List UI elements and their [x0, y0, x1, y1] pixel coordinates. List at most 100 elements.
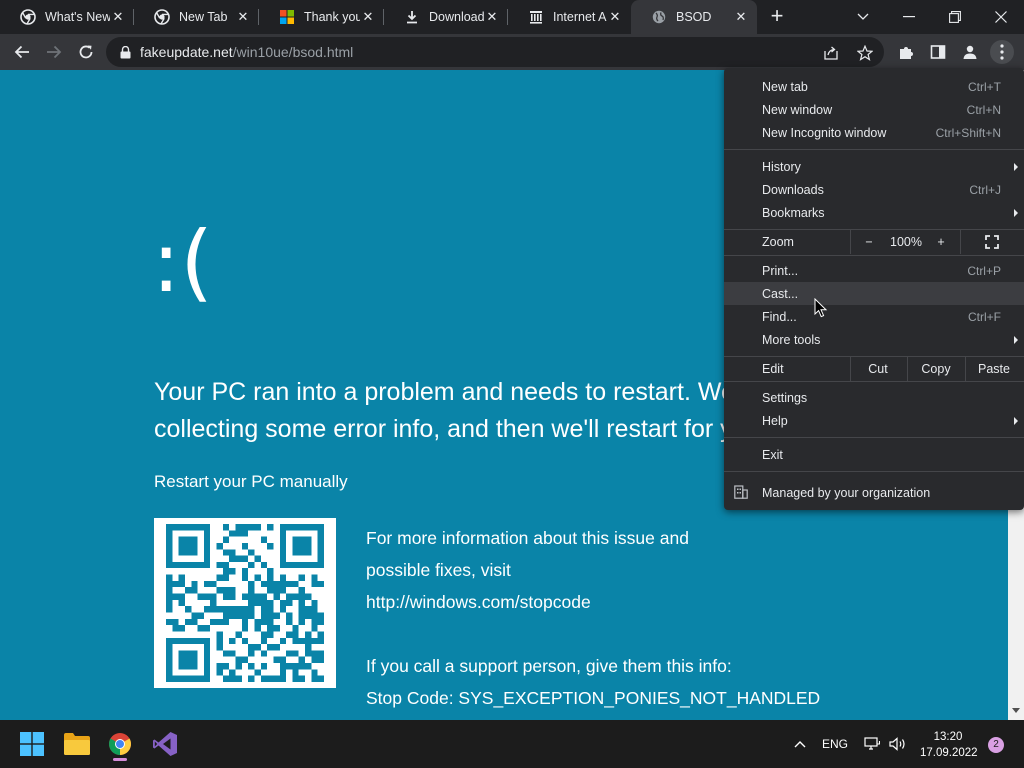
info-block: For more information about this issue an…: [366, 522, 820, 714]
menu-item-print[interactable]: Print... Ctrl+P: [724, 259, 1024, 282]
close-icon[interactable]: ✕: [235, 9, 251, 25]
file-explorer-button[interactable]: [59, 726, 95, 762]
menu-item-label: Managed by your organization: [762, 485, 931, 500]
zoom-in-button[interactable]: +: [930, 230, 952, 254]
menu-item-label: New window: [762, 102, 833, 117]
notification-badge[interactable]: 2: [988, 737, 1004, 753]
close-icon[interactable]: ✕: [733, 9, 749, 25]
network-icon[interactable]: [862, 720, 882, 768]
volume-icon[interactable]: [888, 720, 908, 768]
start-button[interactable]: [14, 726, 50, 762]
lock-icon[interactable]: [118, 45, 132, 59]
minimize-button[interactable]: [886, 0, 932, 34]
close-icon[interactable]: ✕: [484, 9, 500, 25]
menu-item-more-tools[interactable]: More tools: [724, 328, 1024, 351]
tab-new-tab[interactable]: New Tab ✕: [134, 0, 259, 34]
system-clock[interactable]: 13:20 17.09.2022: [920, 729, 978, 761]
info-line: For more information about this issue an…: [366, 528, 689, 548]
qr-code-image: [166, 524, 324, 682]
close-window-button[interactable]: [978, 0, 1024, 34]
zoom-out-button[interactable]: −: [858, 230, 880, 254]
menu-item-label: Downloads: [762, 182, 824, 197]
chrome-taskbar-button[interactable]: [102, 726, 138, 762]
menu-item-bookmarks[interactable]: Bookmarks: [724, 201, 1024, 224]
support-info: If you call a support person, give them …: [366, 656, 732, 676]
tab-whats-new[interactable]: What's New ✕: [0, 0, 134, 34]
divider: [960, 230, 961, 254]
tab-thank-you[interactable]: Thank you ✕: [259, 0, 384, 34]
menu-separator: [724, 255, 1024, 256]
fullscreen-button[interactable]: [980, 230, 1004, 254]
cut-button[interactable]: Cut: [849, 357, 907, 381]
tab-label: Thank you: [304, 10, 360, 24]
menu-separator: [724, 471, 1024, 472]
tab-bsod[interactable]: BSOD ✕: [631, 0, 757, 34]
menu-item-incognito[interactable]: New Incognito window Ctrl+Shift+N: [724, 121, 1024, 144]
menu-item-label: More tools: [762, 332, 821, 347]
profile-button[interactable]: [958, 40, 982, 64]
chrome-icon: [20, 9, 36, 25]
building-icon: [734, 485, 748, 502]
forward-button[interactable]: [40, 38, 68, 66]
active-app-indicator: [113, 758, 127, 761]
menu-item-shortcut: Ctrl+T: [968, 79, 1001, 94]
reload-button[interactable]: [72, 38, 100, 66]
submenu-arrow-icon: [1014, 335, 1018, 344]
close-icon[interactable]: ✕: [110, 9, 126, 25]
menu-item-find[interactable]: Find... Ctrl+F: [724, 305, 1024, 328]
share-icon[interactable]: [822, 44, 840, 62]
side-panel-button[interactable]: [926, 40, 950, 64]
qr-code: [154, 518, 336, 688]
menu-item-cast[interactable]: Cast...: [724, 282, 1024, 305]
new-tab-button[interactable]: +: [766, 5, 788, 28]
extensions-button[interactable]: [894, 40, 918, 64]
menu-item-label: New tab: [762, 79, 808, 94]
visual-studio-button[interactable]: [147, 726, 183, 762]
chrome-icon: [109, 733, 131, 755]
menu-item-new-window[interactable]: New window Ctrl+N: [724, 98, 1024, 121]
menu-item-managed[interactable]: Managed by your organization: [724, 481, 1024, 504]
tab-downloads[interactable]: Downloads ✕: [384, 0, 508, 34]
back-button[interactable]: [8, 38, 36, 66]
chrome-icon: [154, 9, 170, 25]
language-indicator[interactable]: ENG: [822, 720, 848, 768]
chevron-down-icon: [857, 13, 869, 20]
menu-item-downloads[interactable]: Downloads Ctrl+J: [724, 178, 1024, 201]
bookmark-star-icon[interactable]: [856, 44, 874, 62]
paste-button[interactable]: Paste: [965, 357, 1023, 381]
taskbar: ENG 13:20 17.09.2022: [0, 720, 1024, 768]
stopcode-link[interactable]: http://windows.com/stopcode: [366, 586, 820, 618]
menu-item-label: Bookmarks: [762, 205, 825, 220]
clock-date: 17.09.2022: [920, 747, 978, 759]
menu-item-help[interactable]: Help: [724, 409, 1024, 432]
submenu-arrow-icon: [1014, 208, 1018, 217]
tab-internet-archive[interactable]: Internet Ar ✕: [508, 0, 631, 34]
copy-button[interactable]: Copy: [907, 357, 965, 381]
tab-search-button[interactable]: [840, 0, 886, 34]
restore-button[interactable]: [932, 0, 978, 34]
scroll-down-arrow-icon[interactable]: [1012, 708, 1020, 713]
menu-item-new-tab[interactable]: New tab Ctrl+T: [724, 75, 1024, 98]
menu-item-settings[interactable]: Settings: [724, 386, 1024, 409]
menu-separator: [724, 437, 1024, 438]
close-icon[interactable]: ✕: [607, 9, 623, 25]
profile-icon: [963, 45, 977, 59]
windows-icon: [20, 732, 44, 756]
tab-strip: What's New ✕ New Tab ✕ Thank you ✕ Downl…: [0, 0, 1024, 34]
browser-toolbar: fakeupdate.net/win10ue/bsod.html: [0, 34, 1024, 70]
menu-item-label: Help: [762, 413, 788, 428]
fullscreen-icon: [985, 235, 999, 249]
close-icon[interactable]: ✕: [360, 9, 376, 25]
address-bar[interactable]: fakeupdate.net/win10ue/bsod.html: [106, 37, 884, 67]
menu-item-history[interactable]: History: [724, 155, 1024, 178]
submenu-arrow-icon: [1014, 416, 1018, 425]
menu-separator: [724, 149, 1024, 150]
folder-icon: [64, 733, 90, 755]
chrome-menu-button[interactable]: [990, 40, 1014, 64]
sad-face: :(: [152, 213, 214, 311]
menu-item-label: New Incognito window: [762, 125, 887, 140]
menu-item-exit[interactable]: Exit: [724, 443, 1024, 466]
show-hidden-icons-button[interactable]: [790, 720, 810, 768]
close-icon: [995, 11, 1007, 23]
tab-label: Internet Ar: [553, 10, 607, 24]
